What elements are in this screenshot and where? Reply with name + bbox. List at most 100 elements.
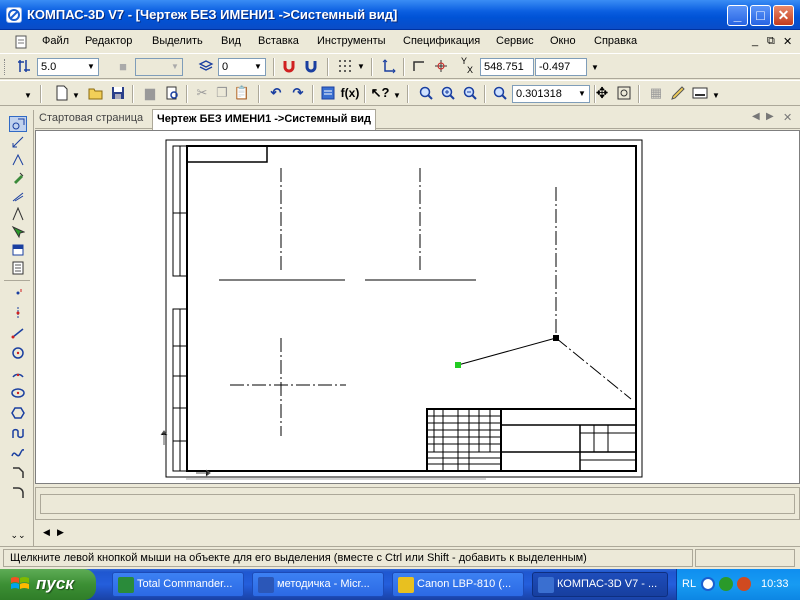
kompas-icon[interactable] [6, 7, 22, 23]
snap-magnet-icon[interactable] [279, 56, 299, 76]
nav-prev-icon[interactable]: ◀ [43, 527, 50, 538]
show-all-icon[interactable] [614, 83, 634, 103]
local-cs-icon[interactable] [379, 56, 399, 76]
taskbar-button-printer[interactable]: Canon LBP-810 (... [392, 572, 524, 597]
network-icon[interactable] [719, 577, 733, 591]
nav-next-icon[interactable]: ▶ [57, 527, 64, 538]
zoom-in-icon[interactable] [438, 83, 458, 103]
dimensions-panel-icon[interactable] [9, 134, 27, 150]
continuous-input-icon[interactable] [9, 425, 27, 441]
edit-panel-icon[interactable] [9, 170, 27, 186]
view-settings-icon[interactable] [690, 83, 710, 103]
measure-panel-icon[interactable] [9, 206, 27, 222]
mdi-close-icon[interactable]: ✕ [783, 35, 792, 48]
chevron-down-icon[interactable]: ▼ [72, 91, 80, 100]
menu-file[interactable]: Файл [42, 35, 69, 47]
print-preview-icon[interactable] [162, 83, 182, 103]
start-button[interactable]: пуск [0, 569, 96, 600]
cursor-coords-icon[interactable] [431, 56, 451, 76]
menu-view[interactable]: Вид [221, 35, 241, 47]
tray-back-icon[interactable] [701, 577, 715, 591]
line-width-icon[interactable] [15, 56, 35, 76]
menu-window[interactable]: Окно [550, 35, 576, 47]
layer-combo[interactable]: 0 ▼ [218, 58, 266, 76]
toolbar-grip[interactable] [4, 59, 7, 75]
menu-select[interactable]: Выделить [152, 35, 203, 47]
segment-endpoint-handle[interactable] [553, 335, 559, 341]
new-file-icon[interactable] [52, 83, 72, 103]
menu-service[interactable]: Сервис [496, 35, 534, 47]
zoom-combo[interactable]: 0.301318 ▼ [512, 85, 590, 103]
point-tool-icon[interactable] [9, 285, 27, 301]
auxiliary-line-icon[interactable] [9, 305, 27, 321]
zoom-window-icon[interactable] [416, 83, 436, 103]
chevron-down-icon[interactable]: ▼ [357, 62, 365, 71]
manager-icon[interactable] [318, 83, 338, 103]
chevron-down-icon[interactable]: ⌄⌄ [9, 527, 27, 543]
taskbar-button-kompas[interactable]: КОМПАС-3D V7 - ... [532, 572, 668, 597]
tab-close-icon[interactable]: ✕ [783, 111, 792, 124]
parametrize-panel-icon[interactable] [9, 188, 27, 204]
selection-point[interactable] [455, 362, 461, 368]
tray-app-icon[interactable] [737, 577, 751, 591]
menu-tools[interactable]: Инструменты [317, 35, 386, 47]
minimize-icon[interactable]: _ [727, 5, 748, 26]
taskbar-button-totalcmd[interactable]: Total Commander... [112, 572, 244, 597]
polygon-tool-icon[interactable] [9, 405, 27, 421]
chevron-down-icon[interactable]: ▼ [591, 63, 599, 72]
menu-edit[interactable]: Редактор [85, 35, 132, 47]
coord-x-field[interactable]: 548.751 [480, 58, 534, 76]
associative-views-icon[interactable] [9, 242, 27, 258]
zoom-scale-icon[interactable] [490, 83, 510, 103]
tab-scroll-left-icon[interactable]: ◀ [752, 111, 760, 122]
taskbar-button-word[interactable]: методичка - Micr... [252, 572, 384, 597]
grid-icon[interactable] [335, 56, 355, 76]
drawing-canvas[interactable] [35, 130, 800, 484]
geometry-panel-icon[interactable] [9, 116, 27, 132]
line-width-combo[interactable]: 5.0 ▼ [37, 58, 99, 76]
circle-tool-icon[interactable] [9, 345, 27, 361]
specification-panel-icon[interactable] [9, 260, 27, 276]
chevron-down-icon[interactable]: ▼ [24, 91, 32, 100]
layers-icon[interactable] [196, 56, 216, 76]
zoom-out-icon[interactable] [460, 83, 480, 103]
save-icon[interactable] [108, 83, 128, 103]
menu-specification[interactable]: Спецификация [403, 35, 480, 47]
ellipse-tool-icon[interactable] [9, 385, 27, 401]
segment-tool-icon[interactable] [9, 325, 27, 341]
help-pointer-icon[interactable]: ↖? [370, 83, 390, 103]
local-snap-icon[interactable] [301, 56, 321, 76]
open-folder-icon[interactable] [86, 83, 106, 103]
chevron-down-icon[interactable]: ▼ [393, 91, 401, 100]
menu-insert[interactable]: Вставка [258, 35, 299, 47]
chevron-down-icon[interactable]: ▼ [712, 91, 720, 100]
mdi-restore-icon[interactable]: ⧉ [767, 35, 775, 48]
language-indicator[interactable]: RL [682, 578, 696, 590]
pan-icon[interactable]: ✥ [592, 83, 612, 103]
mdi-minimize-icon[interactable]: _ [752, 35, 758, 47]
undo-icon[interactable]: ↶ [266, 83, 286, 103]
drawing-svg[interactable] [36, 131, 800, 485]
ortho-icon[interactable] [409, 56, 429, 76]
tab-drawing[interactable]: Чертеж БЕЗ ИМЕНИ1 ->Системный вид [152, 109, 377, 130]
chevron-down-icon[interactable]: ▼ [251, 59, 265, 75]
close-icon[interactable]: ✕ [773, 5, 794, 26]
fillet-tool-icon[interactable] [9, 485, 27, 501]
title-bar[interactable]: КОМПАС-3D V7 - [Чертеж БЕЗ ИМЕНИ1 ->Сист… [0, 0, 800, 30]
arc-tool-icon[interactable] [9, 365, 27, 381]
tab-start-page[interactable]: Стартовая страница [35, 109, 147, 129]
spline-tool-icon[interactable] [9, 445, 27, 461]
symbols-panel-icon[interactable] [9, 152, 27, 168]
coord-y-field[interactable]: -0.497 [535, 58, 587, 76]
redo-icon[interactable]: ↷ [288, 83, 308, 103]
menu-help[interactable]: Справка [594, 35, 637, 47]
variables-fx-icon[interactable]: f(x) [340, 83, 360, 103]
select-panel-icon[interactable] [9, 224, 27, 240]
tab-scroll-right-icon[interactable]: ▶ [766, 111, 774, 122]
chamfer-tool-icon[interactable] [9, 465, 27, 481]
document-icon[interactable] [14, 35, 30, 49]
maximize-icon[interactable]: □ [750, 5, 771, 26]
chevron-down-icon[interactable]: ▼ [575, 86, 589, 102]
chevron-down-icon[interactable]: ▼ [84, 59, 98, 75]
pen-icon[interactable] [668, 83, 688, 103]
